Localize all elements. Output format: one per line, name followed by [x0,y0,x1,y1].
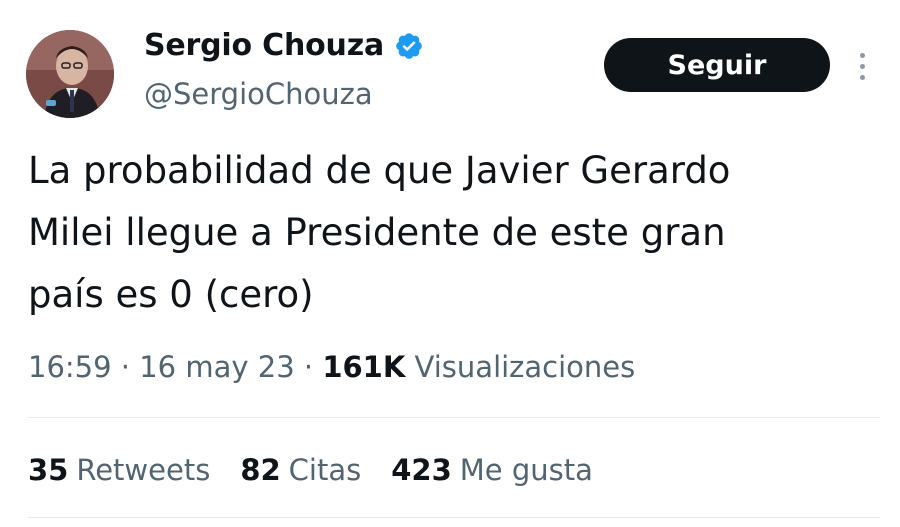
quotes-count: 82 [240,453,281,487]
tweet-text: La probabilidad de que Javier Gerardo Mi… [28,149,731,316]
author-name-row: Sergio Chouza [144,26,424,66]
likes-count: 423 [391,453,452,487]
divider [28,517,880,518]
verified-badge-icon [394,31,424,61]
retweets-count: 35 [28,453,69,487]
tweet-meta: 16:59 · 16 may 23 · 161K Visualizaciones [28,345,635,389]
likes-label: Me gusta [459,453,593,487]
tweet-date[interactable]: 16 may 23 [139,350,294,384]
tweet-card: Sergio Chouza @SergioChouza Seguir La pr… [0,0,900,527]
meta-separator: · [303,350,314,384]
views-count: 161K [322,350,406,384]
avatar[interactable] [26,30,114,118]
divider [28,417,880,418]
author-display-name[interactable]: Sergio Chouza [144,26,384,66]
follow-button[interactable]: Seguir [604,38,830,92]
author-handle[interactable]: @SergioChouza [144,74,373,114]
quotes-label: Citas [288,453,362,487]
quotes-stat[interactable]: 82 Citas [240,448,361,492]
views-label: Visualizaciones [414,350,636,384]
retweets-label: Retweets [76,453,211,487]
engagement-stats: 35 Retweets 82 Citas 423 Me gusta [28,448,593,492]
retweets-stat[interactable]: 35 Retweets [28,448,210,492]
meta-separator: · [120,350,131,384]
more-options-icon[interactable] [850,46,874,86]
tweet-time[interactable]: 16:59 [28,350,112,384]
likes-stat[interactable]: 423 Me gusta [391,448,593,492]
avatar-image [26,30,114,118]
